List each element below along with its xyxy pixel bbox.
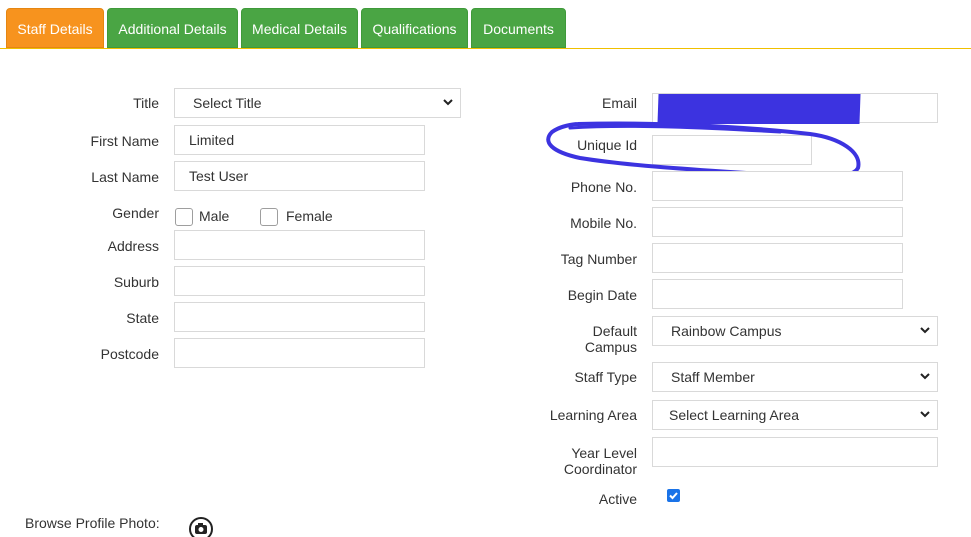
- default-campus-select[interactable]: Rainbow Campus: [652, 316, 938, 346]
- chevron-down-icon: [920, 327, 930, 334]
- email-label: Email: [601, 95, 637, 111]
- state-label: State: [126, 310, 159, 326]
- state-input[interactable]: [174, 302, 425, 332]
- tab-documents[interactable]: Documents: [471, 8, 566, 48]
- tab-additional-details[interactable]: Additional Details: [107, 8, 238, 48]
- address-input[interactable]: [174, 230, 425, 260]
- tag-number-label: Tag Number: [560, 251, 637, 267]
- staff-type-value: Staff Member: [671, 369, 755, 385]
- title-label: Title: [133, 95, 159, 111]
- mobile-input[interactable]: [652, 207, 903, 237]
- gender-label: Gender: [112, 205, 159, 221]
- year-level-coordinator-input[interactable]: [652, 437, 938, 467]
- last-name-input[interactable]: [174, 161, 425, 191]
- unique-id-label: Unique Id: [577, 137, 637, 153]
- browse-photo-label: Browse Profile Photo:: [25, 515, 160, 531]
- default-campus-label-line2: Campus: [584, 339, 637, 355]
- postcode-input[interactable]: [174, 338, 425, 368]
- learning-area-select[interactable]: Select Learning Area: [652, 400, 938, 430]
- year-level-label-line1: Year Level: [571, 445, 637, 461]
- title-select-value: Select Title: [193, 95, 262, 111]
- title-select[interactable]: Select Title: [174, 88, 461, 118]
- last-name-label: Last Name: [91, 169, 159, 185]
- tab-bar: Staff Details Additional Details Medical…: [0, 0, 971, 49]
- default-campus-label-line1: Default: [592, 323, 637, 339]
- default-campus-value: Rainbow Campus: [671, 323, 782, 339]
- chevron-down-icon: [920, 411, 930, 418]
- gender-female-checkbox[interactable]: [260, 208, 278, 226]
- gender-female-label: Female: [286, 208, 333, 224]
- staff-type-label: Staff Type: [574, 369, 637, 385]
- first-name-label: First Name: [90, 133, 159, 149]
- tab-staff-details[interactable]: Staff Details: [6, 8, 104, 48]
- unique-id-input[interactable]: [652, 135, 812, 165]
- active-checkbox[interactable]: [667, 489, 680, 502]
- tag-number-input[interactable]: [652, 243, 903, 273]
- camera-icon[interactable]: [189, 517, 215, 537]
- learning-area-value: Select Learning Area: [669, 407, 799, 423]
- chevron-down-icon: [443, 99, 453, 106]
- first-name-input[interactable]: [174, 125, 425, 155]
- postcode-label: Postcode: [100, 346, 159, 362]
- begin-date-label: Begin Date: [567, 287, 637, 303]
- suburb-input[interactable]: [174, 266, 425, 296]
- address-label: Address: [107, 238, 159, 254]
- active-label: Active: [598, 491, 637, 507]
- suburb-label: Suburb: [113, 274, 159, 290]
- begin-date-input[interactable]: [652, 279, 903, 309]
- check-icon: [669, 492, 678, 500]
- gender-male-label: Male: [199, 208, 230, 224]
- learning-area-label: Learning Area: [549, 407, 637, 423]
- redaction-mark: [657, 94, 861, 124]
- tab-medical-details[interactable]: Medical Details: [241, 8, 358, 48]
- tab-qualifications[interactable]: Qualifications: [361, 8, 468, 48]
- year-level-label-line2: Coordinator: [563, 461, 637, 477]
- gender-male-checkbox[interactable]: [175, 208, 193, 226]
- phone-label: Phone No.: [570, 179, 637, 195]
- staff-type-select[interactable]: Staff Member: [652, 362, 938, 392]
- mobile-label: Mobile No.: [570, 215, 637, 231]
- staff-details-page: Staff Details Additional Details Medical…: [0, 0, 971, 537]
- chevron-down-icon: [920, 373, 930, 380]
- phone-input[interactable]: [652, 171, 903, 201]
